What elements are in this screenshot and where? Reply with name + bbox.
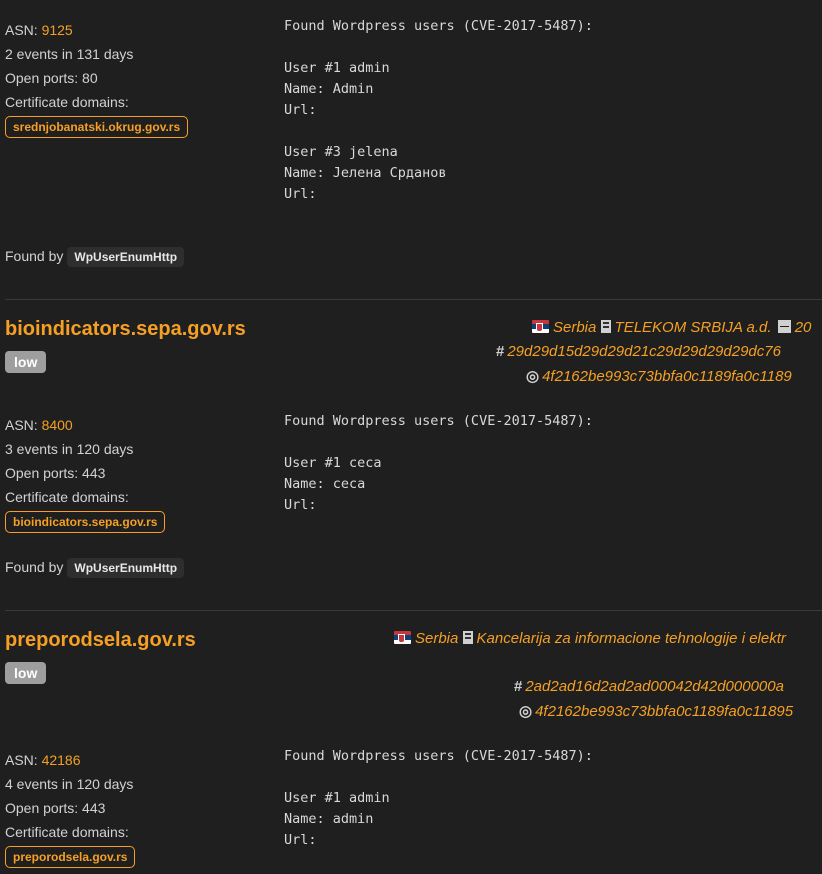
country-link[interactable]: Serbia xyxy=(415,630,458,647)
country-link[interactable]: Serbia xyxy=(553,319,596,336)
divider xyxy=(5,299,822,300)
open-ports: 80 xyxy=(82,70,98,86)
certificate-domain-tag[interactable]: srednjobanatski.okrug.gov.rs xyxy=(5,116,189,138)
org-link[interactable]: TELEKOM SRBIJA a.d. xyxy=(615,319,772,336)
open-ports: 443 xyxy=(82,800,106,816)
finding-output: Found Wordpress users (CVE-2017-5487): U… xyxy=(284,18,593,202)
host-location: Serbia TELEKOM SRBIJA a.d. 20 xyxy=(532,319,811,336)
found-by: Found by WpUserEnumHttp xyxy=(5,247,185,267)
hash-row: #2ad2ad16d2ad2ad00042d42d000000a xyxy=(514,678,784,695)
fingerprint-icon: ◎ xyxy=(526,368,540,385)
org-link[interactable]: Kancelarija za informacione tehnologije … xyxy=(477,630,786,647)
host-location: Serbia Kancelarija za informacione tehno… xyxy=(394,630,786,647)
serbia-flag-icon xyxy=(532,320,549,333)
asn-link[interactable]: 42186 xyxy=(42,752,81,768)
certificate-domain-tag[interactable]: bioindicators.sepa.gov.rs xyxy=(5,511,166,533)
host-meta: ASN: 9125 2 events in 131 days Open port… xyxy=(5,18,189,138)
finding-output: Found Wordpress users (CVE-2017-5487): U… xyxy=(284,413,593,513)
events-count: 2 events in 131 days xyxy=(5,46,134,62)
fingerprint-link[interactable]: 4f2162be993c73bbfa0c1189fa0c1189 xyxy=(542,368,792,385)
divider xyxy=(5,610,822,611)
scanner-tag[interactable]: WpUserEnumHttp xyxy=(67,558,185,578)
host-title[interactable]: preporodsela.gov.rs xyxy=(5,629,196,652)
host-meta: ASN: 8400 3 events in 120 days Open port… xyxy=(5,413,166,533)
hash-icon: # xyxy=(514,678,523,695)
events-count: 3 events in 120 days xyxy=(5,441,134,457)
hash-icon: # xyxy=(496,343,505,360)
severity-badge: low xyxy=(5,662,47,684)
fingerprint-link[interactable]: 4f2162be993c73bbfa0c1189fa0c11895 xyxy=(535,703,793,720)
hash-link[interactable]: 29d29d15d29d29d21c29d29d29d29dc76 xyxy=(507,343,781,360)
events-count: 4 events in 120 days xyxy=(5,776,134,792)
severity-badge: low xyxy=(5,351,47,373)
found-by: Found by WpUserEnumHttp xyxy=(5,558,185,578)
serbia-flag-icon xyxy=(394,631,411,644)
finding-output: Found Wordpress users (CVE-2017-5487): U… xyxy=(284,748,593,848)
calendar-icon xyxy=(777,320,791,333)
date-text: 20 xyxy=(794,319,812,336)
building-icon xyxy=(600,320,611,333)
building-icon xyxy=(462,631,473,644)
open-ports: 443 xyxy=(82,465,106,481)
fingerprint-row: ◎ 4f2162be993c73bbfa0c1189fa0c1189 xyxy=(526,367,792,385)
scanner-tag[interactable]: WpUserEnumHttp xyxy=(67,247,185,267)
host-title[interactable]: bioindicators.sepa.gov.rs xyxy=(5,318,246,341)
fingerprint-icon: ◎ xyxy=(519,703,533,720)
fingerprint-row: ◎ 4f2162be993c73bbfa0c1189fa0c11895 xyxy=(519,702,793,720)
certificate-domain-tag[interactable]: preporodsela.gov.rs xyxy=(5,846,136,868)
hash-row: #29d29d15d29d29d21c29d29d29d29dc76 xyxy=(496,343,781,360)
asn-link[interactable]: 9125 xyxy=(42,22,73,38)
hash-link[interactable]: 2ad2ad16d2ad2ad00042d42d000000a xyxy=(525,678,784,695)
host-meta: ASN: 42186 4 events in 120 days Open por… xyxy=(5,748,136,868)
asn-link[interactable]: 8400 xyxy=(42,417,73,433)
